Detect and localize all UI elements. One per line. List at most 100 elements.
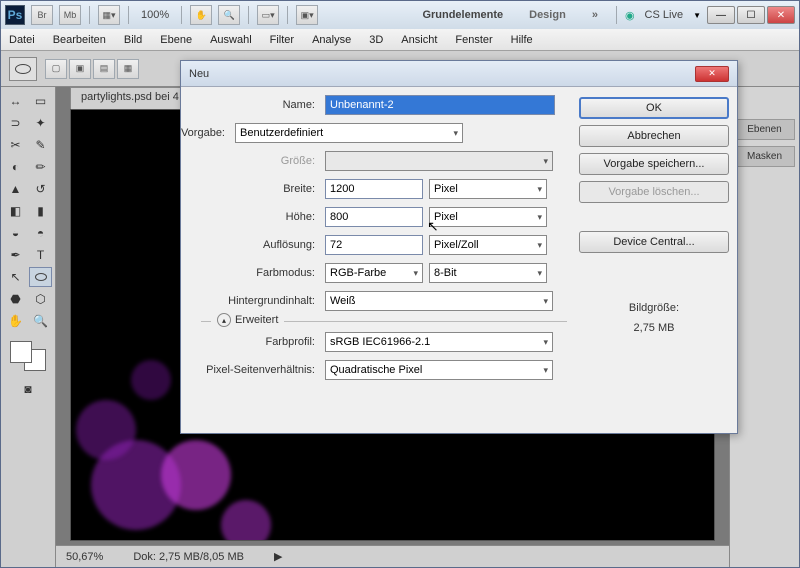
lasso-tool[interactable]: ⊃: [4, 113, 27, 133]
hoehe-unit-select[interactable]: Pixel: [429, 207, 547, 227]
maximize-button[interactable]: ☐: [737, 6, 765, 24]
menu-analyse[interactable]: Analyse: [312, 34, 351, 46]
color-swatches[interactable]: [8, 339, 48, 373]
view-extras-icon[interactable]: ▦▾: [98, 5, 120, 25]
hintergrund-label: Hintergrundinhalt:: [189, 295, 319, 307]
aufloesung-label: Auflösung:: [189, 239, 319, 251]
selmode-sub-icon[interactable]: ▤: [93, 59, 115, 79]
menu-ansicht[interactable]: Ansicht: [401, 34, 437, 46]
toolbox: ↔▭ ⊃✦ ✂✎ ◐✏ ▲↺ ◧▮ ◒◓ ✒T ↖ ⬣⬡ ✋🔍 ◙: [1, 87, 56, 567]
heal-tool[interactable]: ◐: [4, 157, 27, 177]
dialog-title: Neu: [189, 68, 209, 80]
vorgabe-label: Vorgabe:: [99, 127, 229, 139]
document-tab[interactable]: partylights.psd bei 4: [70, 87, 190, 109]
hand-tool[interactable]: ✋: [4, 311, 27, 331]
menu-bar: Datei Bearbeiten Bild Ebene Auswahl Filt…: [1, 29, 799, 51]
menu-filter[interactable]: Filter: [270, 34, 294, 46]
name-label: Name:: [189, 99, 319, 111]
status-bar: 50,67% Dok: 2,75 MB/8,05 MB ▶: [56, 545, 729, 567]
farbmodus-label: Farbmodus:: [189, 267, 319, 279]
move-tool[interactable]: ↔: [4, 91, 27, 111]
bridge-icon[interactable]: Br: [31, 5, 53, 25]
type-tool[interactable]: T: [29, 245, 52, 265]
zoom-tool[interactable]: 🔍: [29, 311, 52, 331]
current-tool-icon[interactable]: [9, 57, 37, 81]
wand-tool[interactable]: ✦: [29, 113, 52, 133]
status-docsize[interactable]: Dok: 2,75 MB/8,05 MB: [133, 551, 244, 563]
titlebar: Ps Br Mb ▦▾ 100% ✋ 🔍 ▭▾ ▣▾ Grundelemente…: [1, 1, 799, 29]
screenmode-icon[interactable]: ▣▾: [296, 5, 318, 25]
selmode-new-icon[interactable]: ▢: [45, 59, 67, 79]
menu-datei[interactable]: Datei: [9, 34, 35, 46]
3dcam-tool[interactable]: ⬡: [29, 289, 52, 309]
menu-3d[interactable]: 3D: [369, 34, 383, 46]
farbprofil-label: Farbprofil:: [201, 336, 319, 348]
selmode-int-icon[interactable]: ▦: [117, 59, 139, 79]
minimize-button[interactable]: —: [707, 6, 735, 24]
erweitert-label: Erweitert: [235, 314, 278, 326]
stamp-tool[interactable]: ▲: [4, 179, 27, 199]
menu-hilfe[interactable]: Hilfe: [511, 34, 533, 46]
selmode-add-icon[interactable]: ▣: [69, 59, 91, 79]
close-button[interactable]: ✕: [767, 6, 795, 24]
quickmask-tool[interactable]: ◙: [17, 379, 40, 399]
device-central-button[interactable]: Device Central...: [579, 231, 729, 253]
dialog-close-button[interactable]: ✕: [695, 66, 729, 82]
breite-unit-select[interactable]: Pixel: [429, 179, 547, 199]
eraser-tool[interactable]: ◧: [4, 201, 27, 221]
zoom-level[interactable]: 100%: [137, 9, 173, 21]
farbprofil-select[interactable]: sRGB IEC61966-2.1: [325, 332, 553, 352]
menu-bild[interactable]: Bild: [124, 34, 142, 46]
status-zoom[interactable]: 50,67%: [66, 551, 103, 563]
panel-ebenen[interactable]: Ebenen: [734, 119, 795, 140]
seitenverhaeltnis-select[interactable]: Quadratische Pixel: [325, 360, 553, 380]
workspace-more-icon[interactable]: »: [582, 6, 608, 24]
path-tool[interactable]: ↖: [4, 267, 27, 287]
bildgroesse-value: 2,75 MB: [579, 319, 729, 339]
marquee-tool[interactable]: ▭: [29, 91, 52, 111]
dodge-tool[interactable]: ◓: [29, 223, 52, 243]
blur-tool[interactable]: ◒: [4, 223, 27, 243]
history-brush-tool[interactable]: ↺: [29, 179, 52, 199]
breite-input[interactable]: [325, 179, 423, 199]
cancel-button[interactable]: Abbrechen: [579, 125, 729, 147]
hoehe-input[interactable]: [325, 207, 423, 227]
right-panel: Ebenen Masken: [729, 87, 799, 567]
chevron-up-icon[interactable]: ▴: [217, 313, 231, 327]
menu-ebene[interactable]: Ebene: [160, 34, 192, 46]
panel-masken[interactable]: Masken: [734, 146, 795, 167]
pen-tool[interactable]: ✒: [4, 245, 27, 265]
brush-tool[interactable]: ✏: [29, 157, 52, 177]
save-preset-button[interactable]: Vorgabe speichern...: [579, 153, 729, 175]
aufloesung-input[interactable]: [325, 235, 423, 255]
farbbit-select[interactable]: 8-Bit: [429, 263, 547, 283]
minibridge-icon[interactable]: Mb: [59, 5, 81, 25]
cslive-menu[interactable]: CS Live: [641, 9, 688, 21]
3d-tool[interactable]: ⬣: [4, 289, 27, 309]
hand-tool-icon[interactable]: ✋: [190, 5, 212, 25]
workspace-tab-grundelemente[interactable]: Grundelemente: [412, 6, 513, 24]
menu-bearbeiten[interactable]: Bearbeiten: [53, 34, 106, 46]
cslive-icon: ◉: [625, 9, 635, 22]
crop-tool[interactable]: ✂: [4, 135, 27, 155]
groesse-select: [325, 151, 553, 171]
gradient-tool[interactable]: ▮: [29, 201, 52, 221]
arrange-docs-icon[interactable]: ▭▾: [257, 5, 279, 25]
vorgabe-select[interactable]: Benutzerdefiniert: [235, 123, 463, 143]
seitenverhaeltnis-label: Pixel-Seitenverhältnis:: [201, 364, 319, 376]
breite-label: Breite:: [189, 183, 319, 195]
name-input[interactable]: [325, 95, 555, 115]
app-logo-icon: Ps: [5, 5, 25, 25]
aufloesung-unit-select[interactable]: Pixel/Zoll: [429, 235, 547, 255]
workspace-tab-design[interactable]: Design: [519, 6, 576, 24]
farbmodus-select[interactable]: RGB-Farbe: [325, 263, 423, 283]
menu-fenster[interactable]: Fenster: [455, 34, 492, 46]
status-arrow-icon[interactable]: ▶: [274, 550, 282, 563]
shape-tool[interactable]: [29, 267, 52, 287]
menu-auswahl[interactable]: Auswahl: [210, 34, 252, 46]
hintergrund-select[interactable]: Weiß: [325, 291, 553, 311]
ok-button[interactable]: OK: [579, 97, 729, 119]
zoom-tool-icon[interactable]: 🔍: [218, 5, 240, 25]
dialog-titlebar[interactable]: Neu ✕: [181, 61, 737, 87]
eyedropper-tool[interactable]: ✎: [29, 135, 52, 155]
